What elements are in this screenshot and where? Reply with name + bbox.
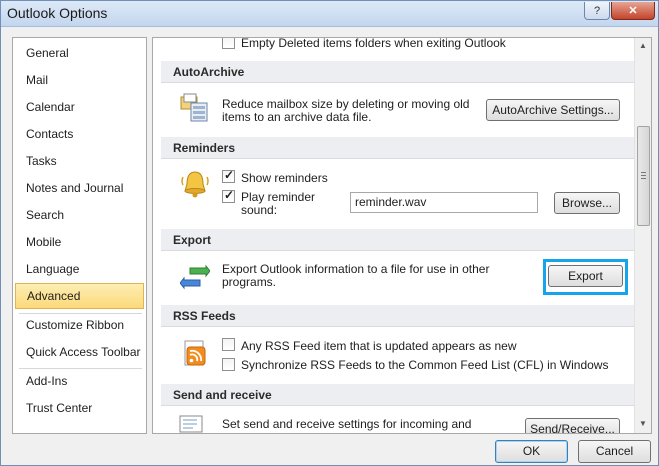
nav-item-tasks[interactable]: Tasks	[15, 148, 144, 174]
nav-item-mobile[interactable]: Mobile	[15, 229, 144, 255]
nav-item-add-ins[interactable]: Add-Ins	[15, 368, 144, 394]
nav-item-language[interactable]: Language	[15, 256, 144, 282]
rss-feeds-section-heading: RSS Feeds	[161, 305, 635, 327]
scroll-down-arrow-icon[interactable]: ▼	[635, 416, 651, 432]
nav-item-mail[interactable]: Mail	[15, 67, 144, 93]
bell-icon	[181, 171, 209, 198]
scrollbar-grip	[641, 172, 646, 173]
autoarchive-description-line2: items to an archive data file.	[222, 110, 372, 124]
export-button[interactable]: Export	[548, 265, 623, 287]
show-reminders-label: Show reminders	[241, 171, 328, 185]
scrollbar-thumb[interactable]	[637, 126, 650, 226]
nav-item-general[interactable]: General	[15, 40, 144, 66]
help-icon: ?	[593, 4, 601, 17]
sync-rss-cfl-checkbox[interactable]	[222, 358, 235, 371]
close-icon: ✕	[628, 5, 638, 17]
browse-button[interactable]: Browse...	[554, 192, 620, 214]
close-button[interactable]: ✕	[611, 2, 655, 20]
nav-item-contacts[interactable]: Contacts	[15, 121, 144, 147]
empty-deleted-items-label: Empty Deleted items folders when exiting…	[241, 37, 506, 50]
nav-item-notes-and-journal[interactable]: Notes and Journal	[15, 175, 144, 201]
nav-item-search[interactable]: Search	[15, 202, 144, 228]
send-receive-icon	[179, 415, 203, 433]
options-nav: General Mail Calendar Contacts Tasks Not…	[12, 37, 147, 434]
send-receive-button[interactable]: Send/Receive...	[525, 418, 620, 433]
export-description-line2: programs.	[222, 275, 277, 289]
scroll-up-arrow-icon[interactable]: ▲	[635, 38, 651, 54]
rss-updated-as-new-label: Any RSS Feed item that is updated appear…	[241, 339, 517, 353]
scrollbar-grip	[641, 175, 646, 176]
ok-button[interactable]: OK	[495, 440, 568, 463]
nav-item-calendar[interactable]: Calendar	[15, 94, 144, 120]
window-title: Outlook Options	[7, 5, 108, 21]
empty-deleted-items-checkbox[interactable]	[222, 38, 235, 49]
reminder-sound-file-input[interactable]: reminder.wav	[350, 192, 538, 213]
advanced-options-pane: Empty Deleted items folders when exiting…	[152, 37, 652, 434]
send-receive-section-heading: Send and receive	[161, 384, 635, 406]
scrollbar-grip	[641, 178, 646, 179]
nav-item-quick-access-toolbar[interactable]: Quick Access Toolbar	[15, 339, 144, 365]
cancel-button[interactable]: Cancel	[578, 440, 651, 463]
rss-icon	[184, 340, 206, 366]
export-arrows-icon	[180, 264, 210, 290]
outlook-options-window: Outlook Options ? ✕ General Mail Calenda…	[0, 0, 659, 466]
title-bar: Outlook Options ? ✕	[1, 1, 658, 27]
autoarchive-settings-button[interactable]: AutoArchive Settings...	[486, 99, 620, 121]
reminders-section-heading: Reminders	[161, 137, 635, 159]
play-reminder-sound-label-line2: sound:	[241, 203, 278, 217]
autoarchive-section-heading: AutoArchive	[161, 61, 635, 83]
content-scrollbar[interactable]: ▲ ▼	[634, 38, 651, 433]
play-reminder-sound-checkbox[interactable]	[222, 188, 235, 203]
export-section-heading: Export	[161, 229, 635, 251]
send-receive-description-line1: Set send and receive settings for incomi…	[222, 417, 472, 431]
archive-icon	[180, 93, 208, 122]
nav-item-advanced[interactable]: Advanced	[15, 283, 144, 309]
nav-item-customize-ribbon[interactable]: Customize Ribbon	[15, 312, 144, 338]
rss-updated-as-new-checkbox[interactable]	[222, 338, 235, 351]
help-button[interactable]: ?	[584, 2, 610, 20]
nav-item-trust-center[interactable]: Trust Center	[15, 395, 144, 421]
sync-rss-cfl-label: Synchronize RSS Feeds to the Common Feed…	[241, 358, 609, 372]
show-reminders-checkbox[interactable]	[222, 168, 235, 183]
